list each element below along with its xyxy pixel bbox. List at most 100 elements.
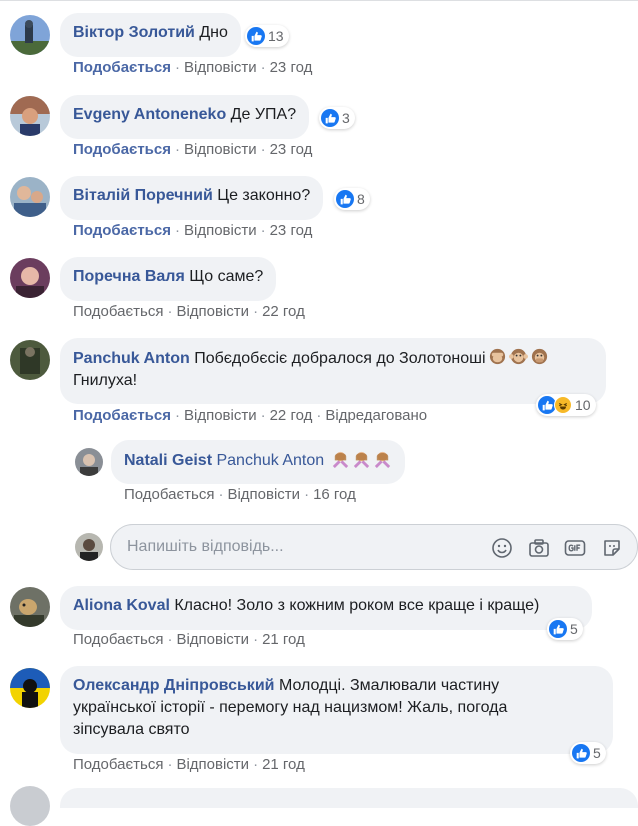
separator: · bbox=[167, 631, 173, 648]
like-reaction-icon bbox=[572, 744, 590, 762]
like-button[interactable]: Подобається bbox=[73, 631, 163, 648]
gif-icon[interactable] bbox=[564, 537, 586, 559]
comment-author[interactable]: Поречна Валя bbox=[73, 268, 185, 285]
comment-author[interactable]: Panchuk Anton bbox=[73, 350, 190, 367]
timestamp[interactable]: 23 год bbox=[270, 141, 313, 158]
separator: · bbox=[174, 59, 180, 76]
emoji-icon[interactable] bbox=[491, 537, 513, 559]
mention-link[interactable]: Panchuk Anton bbox=[216, 452, 324, 469]
like-button[interactable]: Подобається bbox=[73, 756, 163, 773]
reaction-number: 3 bbox=[342, 110, 350, 126]
current-user-avatar[interactable] bbox=[75, 533, 103, 561]
like-reaction-icon bbox=[247, 27, 265, 45]
timestamp[interactable]: 21 год bbox=[262, 756, 305, 773]
avatar[interactable] bbox=[10, 786, 50, 826]
like-reaction-icon bbox=[336, 190, 354, 208]
reaction-count[interactable]: 5 bbox=[547, 618, 583, 640]
reaction-count[interactable]: 10 bbox=[536, 394, 596, 416]
avatar[interactable] bbox=[10, 587, 50, 627]
avatar[interactable] bbox=[75, 448, 103, 476]
separator: · bbox=[174, 222, 180, 239]
comment-author[interactable]: Evgeny Antoneneko bbox=[73, 106, 226, 123]
comment-author[interactable]: Natali Geist bbox=[124, 452, 212, 469]
separator: · bbox=[218, 486, 224, 503]
like-button[interactable]: Подобається bbox=[124, 486, 214, 503]
separator: · bbox=[304, 486, 310, 503]
edited-label[interactable]: Відредаговано bbox=[325, 407, 427, 424]
camera-icon[interactable] bbox=[528, 537, 550, 559]
speak-no-evil-monkey-icon bbox=[530, 347, 549, 366]
woman-gesturing-no-icon bbox=[352, 449, 371, 469]
timestamp[interactable]: 23 год bbox=[270, 59, 313, 76]
reply-button[interactable]: Відповісти bbox=[176, 631, 249, 648]
like-button[interactable]: Подобається bbox=[73, 303, 163, 320]
comment-text-line2: української історії - перемогу над нациз… bbox=[73, 699, 508, 716]
comment-text: Що саме? bbox=[189, 268, 264, 285]
comment-actions: Подобається · Відповісти · 21 год bbox=[73, 756, 305, 773]
comment-text: Класно! Золо з кожним роком все краще і … bbox=[174, 597, 540, 614]
reaction-number: 10 bbox=[575, 397, 591, 413]
reply-button[interactable]: Відповісти bbox=[184, 222, 257, 239]
hear-no-evil-monkey-icon bbox=[508, 347, 528, 366]
reply-button[interactable]: Відповісти bbox=[176, 303, 249, 320]
like-button[interactable]: Подобається bbox=[73, 141, 171, 158]
comment-bubble: Олександр Дніпровський Молодці. Змалювал… bbox=[60, 666, 613, 754]
timestamp[interactable]: 23 год bbox=[270, 222, 313, 239]
woman-gesturing-no-icon bbox=[331, 449, 350, 469]
comment-actions: Подобається · Відповісти · 21 год bbox=[73, 631, 305, 648]
like-reaction-icon bbox=[549, 620, 567, 638]
avatar[interactable] bbox=[10, 177, 50, 217]
comment-author[interactable]: Олександр Дніпровський bbox=[73, 677, 274, 694]
like-button[interactable]: Подобається bbox=[73, 407, 171, 424]
comment-text: Це законно? bbox=[217, 187, 311, 204]
comment-bubble: Поречна Валя Що саме? bbox=[60, 257, 277, 301]
reaction-count[interactable]: 3 bbox=[319, 107, 355, 129]
timestamp[interactable]: 16 год bbox=[313, 486, 356, 503]
avatar[interactable] bbox=[10, 668, 50, 708]
comment-actions: Подобається · Відповісти · 22 год · Відредагов… bbox=[73, 407, 427, 424]
reply-button[interactable]: Відповісти bbox=[176, 756, 249, 773]
comment-text: Дно bbox=[199, 24, 228, 41]
comment-actions: Подобається · Відповісти · 23 год bbox=[73, 59, 312, 76]
avatar[interactable] bbox=[10, 258, 50, 298]
reaction-number: 8 bbox=[357, 191, 365, 207]
reply-button[interactable]: Відповісти bbox=[184, 407, 257, 424]
comment-author[interactable]: Віктор Золотий bbox=[73, 24, 195, 41]
sticker-icon[interactable] bbox=[601, 537, 623, 559]
separator: · bbox=[260, 59, 266, 76]
comment-text: Де УПА? bbox=[230, 106, 297, 123]
reaction-count[interactable]: 8 bbox=[334, 188, 370, 210]
reply-button[interactable]: Відповісти bbox=[184, 59, 257, 76]
separator: · bbox=[174, 407, 180, 424]
reply-button[interactable]: Відповісти bbox=[227, 486, 300, 503]
like-button[interactable]: Подобається bbox=[73, 222, 171, 239]
reply-input[interactable]: Напишіть відповідь... bbox=[110, 524, 638, 570]
reply-button[interactable]: Відповісти bbox=[184, 141, 257, 158]
avatar[interactable] bbox=[10, 96, 50, 136]
top-divider bbox=[0, 0, 638, 1]
comment-actions: Подобається · Відповісти · 16 год bbox=[124, 486, 356, 503]
avatar[interactable] bbox=[10, 15, 50, 55]
separator: · bbox=[167, 756, 173, 773]
haha-reaction-icon bbox=[554, 396, 572, 414]
reaction-number: 5 bbox=[593, 745, 601, 761]
comment-actions: Подобається · Відповісти · 23 год bbox=[73, 141, 312, 158]
separator: · bbox=[167, 303, 173, 320]
reaction-count[interactable]: 5 bbox=[570, 742, 606, 764]
comment-author[interactable]: Aliona Koval bbox=[73, 597, 170, 614]
timestamp[interactable]: 22 год bbox=[262, 303, 305, 320]
reaction-count[interactable]: 13 bbox=[245, 25, 289, 47]
separator: · bbox=[260, 407, 266, 424]
comment-bubble: Panchuk Anton Побєдобєсіє добралося до З… bbox=[60, 338, 606, 404]
comment-author[interactable]: Віталій Поречний bbox=[73, 187, 213, 204]
avatar[interactable] bbox=[10, 340, 50, 380]
comment-bubble: Віталій Поречний Це законно? bbox=[60, 176, 324, 220]
separator: · bbox=[260, 141, 266, 158]
comment-bubble: Natali Geist Panchuk Anton bbox=[111, 440, 405, 484]
woman-gesturing-no-icon bbox=[373, 449, 392, 469]
like-button[interactable]: Подобається bbox=[73, 59, 171, 76]
timestamp[interactable]: 22 год bbox=[270, 407, 313, 424]
comment-text: Побєдобєсіє добралося до Золотоноші bbox=[194, 350, 486, 367]
comment-bubble: Віктор Золотий Дно bbox=[60, 13, 241, 57]
timestamp[interactable]: 21 год bbox=[262, 631, 305, 648]
